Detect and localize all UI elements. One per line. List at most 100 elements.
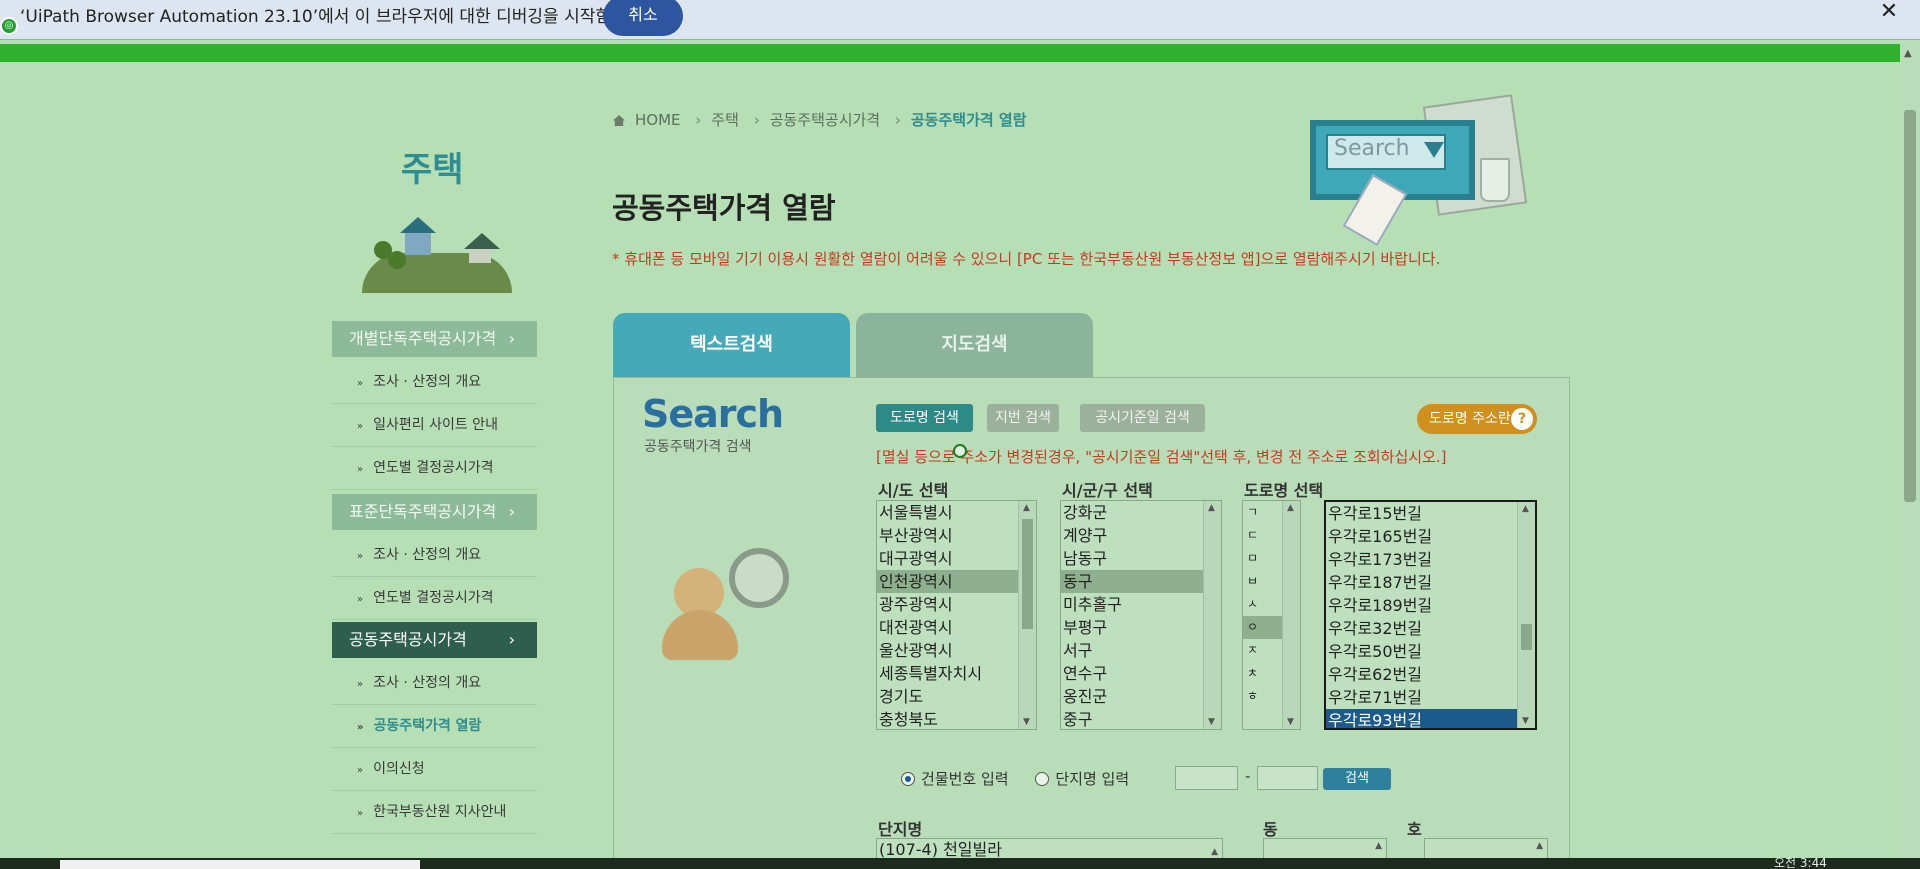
sido-option[interactable]: 울산광역시 (877, 639, 1036, 662)
home-icon (613, 115, 625, 126)
taskbar-search-box[interactable] (60, 860, 420, 869)
sido-option[interactable]: 부산광역시 (877, 524, 1036, 547)
bullet-icon: » (357, 378, 364, 389)
cursor-target-icon (953, 444, 967, 458)
road-option[interactable]: 우각로93번길 (1326, 709, 1535, 728)
road-option[interactable]: 우각로71번길 (1326, 686, 1535, 709)
sido-option[interactable]: 인천광역시 (877, 570, 1036, 593)
road-option[interactable]: 우각로50번길 (1326, 640, 1535, 663)
nav-item-survey-overview[interactable]: » 조사 · 산정의 개요 (332, 534, 537, 577)
house-illustration-icon (352, 213, 522, 293)
road-address-guide-button[interactable]: 도로명 주소란 ? (1417, 404, 1537, 434)
complex-name-radio[interactable] (1035, 772, 1050, 786)
tab-map-search[interactable]: 지도검색 (856, 313, 1093, 377)
sigungu-option[interactable]: 옹진군 (1061, 685, 1221, 708)
bullet-icon: » (357, 808, 364, 819)
scroll-down-icon[interactable]: ▼ (1522, 716, 1529, 726)
listbox-scrollbar[interactable]: ▲ ▼ (1517, 502, 1535, 728)
cancel-button[interactable]: 취소 (603, 0, 683, 36)
scroll-up-icon[interactable]: ▲ (1023, 503, 1030, 513)
nav-item-branch-guide[interactable]: » 한국부동산원 지사안내 (332, 791, 537, 834)
road-option[interactable]: 우각로165번길 (1326, 525, 1535, 548)
scroll-up-icon[interactable]: ▲ (1522, 504, 1529, 514)
sido-option[interactable]: 경기도 (877, 685, 1036, 708)
sigungu-option[interactable]: 연수구 (1061, 662, 1221, 685)
road-option[interactable]: 우각로15번길 (1326, 502, 1535, 525)
page-scrollbar[interactable]: ▲ (1900, 44, 1920, 858)
scroll-thumb[interactable] (1521, 624, 1532, 650)
nav-item-yearly-price[interactable]: » 연도별 결정공시가격 (332, 447, 537, 490)
scroll-thumb[interactable] (1904, 110, 1916, 502)
nav-item-survey-overview[interactable]: » 조사 · 산정의 개요 (332, 662, 537, 705)
nav-item-objection[interactable]: » 이의신청 (332, 748, 537, 791)
scroll-thumb[interactable] (1022, 519, 1033, 629)
sigungu-option[interactable]: 중구 (1061, 708, 1221, 729)
sido-option[interactable]: 광주광역시 (877, 593, 1036, 616)
chevron-right-icon: › (508, 502, 515, 521)
taskbar-clock: 오전 3:44 (1774, 856, 1827, 869)
mobile-notice: * 휴대폰 등 모바일 기기 이용시 원활한 열람이 어려울 수 있으니 [PC… (612, 250, 1441, 268)
sigungu-listbox[interactable]: 강화군 계양구 남동구 동구 미추홀구 부평구 서구 연수구 옹진군 중구 ▲ ▼ (1060, 500, 1222, 730)
scroll-down-icon[interactable]: ▼ (1208, 717, 1215, 727)
nav-group-apartment[interactable]: 공동주택공시가격 › (332, 622, 537, 658)
initial-consonant-listbox[interactable]: ㄱㄷㅁㅂㅅㅇㅈㅊㅎ ▲ ▼ (1242, 500, 1301, 730)
nav-item-survey-overview[interactable]: » 조사 · 산정의 개요 (332, 361, 537, 404)
road-option[interactable]: 우각로173번길 (1326, 548, 1535, 571)
road-option[interactable]: 우각로32번길 (1326, 617, 1535, 640)
pencil-cup-icon (1480, 158, 1510, 202)
road-option[interactable]: 우각로189번길 (1326, 594, 1535, 617)
nav-group-standard-house[interactable]: 표준단독주택공시가격 › (332, 494, 537, 530)
building-main-number-input[interactable] (1175, 766, 1238, 790)
sido-option[interactable]: 대구광역시 (877, 547, 1036, 570)
sido-listbox[interactable]: 서울특별시 부산광역시 대구광역시 인천광역시 광주광역시 대전광역시 울산광역시 세종특별자… (876, 500, 1037, 730)
breadcrumb-home[interactable]: HOME (635, 111, 681, 129)
road-name-search-button[interactable]: 도로명 검색 (876, 404, 973, 432)
road-option[interactable]: 우각로187번길 (1326, 571, 1535, 594)
road-name-listbox[interactable]: 우각로15번길 우각로165번길 우각로173번길 우각로187번길 우각로189번길 우… (1324, 500, 1537, 730)
sigungu-option[interactable]: 강화군 (1061, 501, 1221, 524)
scroll-down-icon[interactable]: ▼ (1287, 717, 1294, 727)
building-sub-number-input[interactable] (1257, 766, 1318, 790)
listbox-scrollbar[interactable]: ▲ ▼ (1203, 501, 1221, 729)
bullet-icon: » (357, 421, 364, 432)
listbox-scrollbar[interactable]: ▲ ▼ (1282, 501, 1300, 729)
sigungu-option[interactable]: 서구 (1061, 639, 1221, 662)
building-number-radio[interactable] (901, 772, 915, 786)
nav-group-individual-house[interactable]: 개별단독주택공시가격 › (332, 321, 537, 357)
sigungu-option[interactable]: 남동구 (1061, 547, 1221, 570)
scroll-up-icon[interactable]: ▲ (1287, 503, 1294, 513)
scroll-down-icon[interactable]: ▼ (1023, 717, 1030, 727)
complex-name-label[interactable]: 단지명 입력 (1055, 770, 1129, 788)
debug-message: ‘UiPath Browser Automation 23.10’에서 이 브라… (20, 7, 611, 27)
listbox-scrollbar[interactable]: ▲ ▼ (1018, 501, 1036, 729)
nav-item-ilsapyeonri[interactable]: » 일사편리 사이트 안내 (332, 404, 537, 447)
complex-option[interactable]: (107-4) 천일빌라 (879, 840, 1002, 859)
bullet-icon: » (357, 679, 364, 690)
nav-item-yearly-price[interactable]: » 연도별 결정공시가격 (332, 577, 537, 620)
bullet-icon: » (357, 722, 364, 733)
nav-item-apartment-price-view[interactable]: » 공동주택가격 열람 (332, 705, 537, 748)
sigungu-option[interactable]: 미추홀구 (1061, 593, 1221, 616)
scroll-up-icon[interactable]: ▲ (1375, 841, 1382, 851)
breadcrumb-item[interactable]: 주택 (711, 111, 739, 129)
scroll-up-arrow-icon[interactable]: ▲ (1904, 48, 1912, 59)
road-option[interactable]: 우각로62번길 (1326, 663, 1535, 686)
sido-option[interactable]: 충청북도 (877, 708, 1036, 729)
sido-option[interactable]: 세종특별자치시 (877, 662, 1036, 685)
sido-option[interactable]: 서울특별시 (877, 501, 1036, 524)
sido-option[interactable]: 대전광역시 (877, 616, 1036, 639)
chevron-right-icon: › (508, 329, 515, 348)
scroll-up-icon[interactable]: ▲ (1536, 841, 1543, 851)
sigungu-option[interactable]: 부평구 (1061, 616, 1221, 639)
base-date-search-button[interactable]: 공시기준일 검색 (1080, 404, 1205, 432)
search-button[interactable]: 검색 (1323, 768, 1391, 790)
tab-text-search[interactable]: 텍스트검색 (613, 313, 850, 377)
lot-number-search-button[interactable]: 지번 검색 (987, 404, 1059, 432)
building-number-label[interactable]: 건물번호 입력 (921, 770, 1009, 788)
close-icon[interactable]: ✕ (1876, 0, 1902, 26)
ho-label: 호 (1407, 820, 1422, 839)
breadcrumb-item[interactable]: 공동주택공시가격 (770, 111, 880, 129)
sigungu-option[interactable]: 계양구 (1061, 524, 1221, 547)
scroll-up-icon[interactable]: ▲ (1208, 503, 1215, 513)
sigungu-option[interactable]: 동구 (1061, 570, 1221, 593)
